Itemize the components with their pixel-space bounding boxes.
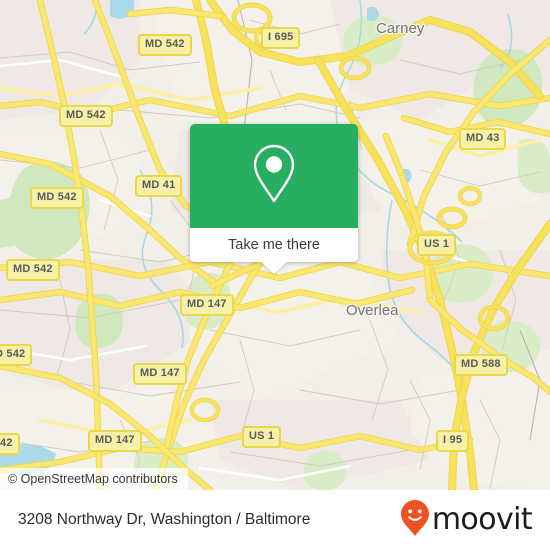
shield-md-147-lower[interactable]: MD 147 — [133, 363, 187, 385]
shield-md-542-cut[interactable]: D 542 — [0, 344, 33, 366]
shield-md-147-bottom[interactable]: MD 147 — [88, 430, 142, 452]
moovit-wordmark: moovit — [431, 502, 533, 537]
shield-md-542-top[interactable]: MD 542 — [138, 34, 192, 56]
info-card-header — [190, 124, 358, 228]
map-pin-icon — [251, 143, 297, 210]
moovit-pin-smile-icon — [400, 499, 430, 542]
info-card-pointer-tail — [261, 262, 287, 274]
shield-md-43[interactable]: MD 43 — [459, 128, 507, 150]
map-attribution[interactable]: © OpenStreetMap contributors — [0, 468, 188, 490]
shield-md-542-upper[interactable]: MD 542 — [59, 105, 113, 127]
shield-i-95[interactable]: I 95 — [436, 430, 470, 452]
shield-md-542-mid[interactable]: MD 542 — [6, 259, 60, 281]
place-label-overlea: Overlea — [346, 302, 399, 319]
shield-i-695[interactable]: I 695 — [261, 27, 301, 49]
destination-info-card[interactable]: Take me there — [190, 124, 358, 274]
shield-md-41[interactable]: MD 41 — [135, 175, 183, 197]
moovit-map-screenshot: .bg { fill:#f2efe9; } .land { fill:#f4f1… — [0, 0, 550, 550]
shield-us-1-right[interactable]: US 1 — [417, 234, 457, 256]
moovit-logo[interactable]: moovit — [400, 499, 533, 542]
info-card-action[interactable]: Take me there — [190, 228, 358, 274]
shield-md-542-left[interactable]: MD 542 — [30, 187, 84, 209]
attribution-text: © OpenStreetMap contributors — [8, 472, 178, 486]
shield-md-147-upper[interactable]: MD 147 — [180, 294, 234, 316]
place-label-carney: Carney — [376, 20, 425, 37]
shield-md-588[interactable]: MD 588 — [454, 354, 508, 376]
footer-bar: 3208 Northway Dr, Washington / Baltimore… — [0, 490, 550, 550]
take-me-there-label: Take me there — [228, 237, 320, 253]
shield-us-1-bottom[interactable]: US 1 — [242, 426, 282, 448]
address-label: 3208 Northway Dr, Washington / Baltimore — [18, 511, 311, 528]
shield-42-cut[interactable]: 42 — [0, 433, 20, 455]
